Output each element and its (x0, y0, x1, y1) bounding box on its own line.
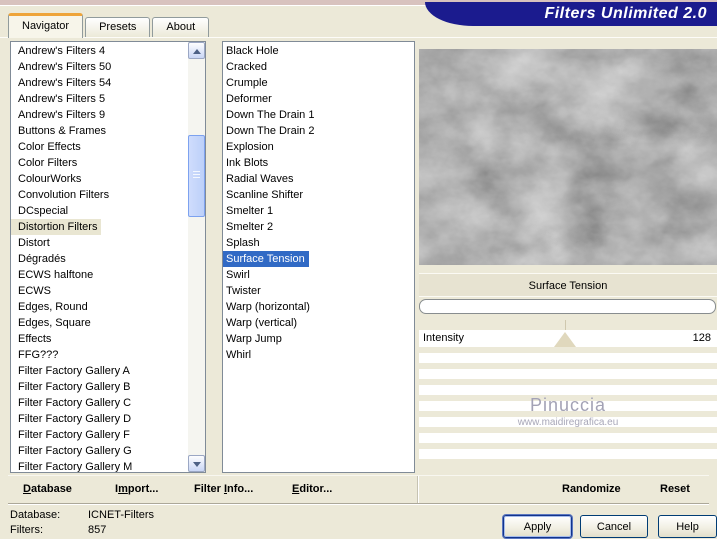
category-item[interactable]: Andrew's Filters 50 (11, 59, 188, 75)
help-button[interactable]: Help (658, 515, 717, 538)
category-item[interactable]: Filter Factory Gallery F (11, 427, 188, 443)
category-item[interactable]: DCspecial (11, 203, 188, 219)
filter-item[interactable]: Swirl (223, 267, 414, 283)
category-item[interactable]: Andrew's Filters 9 (11, 107, 188, 123)
tab-about[interactable]: About (152, 17, 210, 37)
filter-control-panel: Surface Tension Intensity 128 Pinuccia w… (419, 41, 717, 473)
tab-bar: Navigator Presets About (8, 13, 211, 38)
category-item[interactable]: ECWS (11, 283, 188, 299)
category-item[interactable]: Color Effects (11, 139, 188, 155)
arrow-down-icon (193, 462, 201, 467)
empty-parameter-row (419, 353, 717, 363)
toolbar-strip: Database Import... Filter Info... Editor...… (8, 475, 709, 504)
filter-item[interactable]: Smelter 2 (223, 219, 414, 235)
tab-navigator[interactable]: Navigator (8, 13, 84, 38)
watermark: Pinuccia www.maidiregrafica.eu (419, 395, 717, 428)
toolbar-button-randomize[interactable]: Randomize (562, 476, 621, 503)
progress-bar (419, 299, 716, 314)
category-item[interactable]: Filter Factory Gallery A (11, 363, 188, 379)
scrollbar-thumb[interactable] (188, 135, 205, 217)
category-item[interactable]: Distort (11, 235, 188, 251)
filter-item[interactable]: Ink Blots (223, 155, 414, 171)
filter-item[interactable]: Radial Waves (223, 171, 414, 187)
filter-item[interactable]: Warp (vertical) (223, 315, 414, 331)
filter-item[interactable]: Whirl (223, 347, 414, 363)
category-item[interactable]: Color Filters (11, 155, 188, 171)
category-item[interactable]: ECWS halftone (11, 267, 188, 283)
watermark-url: www.maidiregrafica.eu (517, 417, 619, 428)
category-item[interactable]: Effects (11, 331, 188, 347)
navigator-tab-page: Andrew's Filters 4 Andrew's Filters 50 And… (0, 37, 717, 506)
status-filters-label: Filters: (10, 524, 43, 536)
empty-parameter-row (419, 449, 717, 459)
toolbar-button-import[interactable]: Import... (115, 476, 158, 503)
scroll-down-button[interactable] (188, 455, 205, 472)
filter-item[interactable]: Cracked (223, 59, 414, 75)
selected-filter-title: Surface Tension (419, 273, 717, 297)
filter-item[interactable]: Down The Drain 1 (223, 107, 414, 123)
scroll-up-button[interactable] (188, 42, 205, 59)
category-item[interactable]: Filter Factory Gallery C (11, 395, 188, 411)
status-filters-value: 857 (88, 524, 107, 536)
empty-parameter-row (419, 433, 717, 443)
category-item[interactable]: FFG??? (11, 347, 188, 363)
arrow-up-icon (193, 49, 201, 54)
apply-button[interactable]: Apply (503, 515, 572, 538)
category-item-selected[interactable]: Distortion Filters (11, 219, 102, 235)
empty-parameter-row (419, 385, 717, 395)
category-item[interactable]: Buttons & Frames (11, 123, 188, 139)
tab-presets[interactable]: Presets (85, 17, 151, 37)
intensity-slider-thumb[interactable] (554, 332, 576, 347)
filter-item[interactable]: Twister (223, 283, 414, 299)
status-database: Database: ICNET-Filters (10, 509, 154, 522)
filter-list: Black Hole Cracked Crumple Deformer Down The… (223, 43, 414, 363)
intensity-value: 128 (692, 332, 711, 344)
filter-item[interactable]: Black Hole (223, 43, 414, 59)
category-item[interactable]: ColourWorks (11, 171, 188, 187)
filter-listbox[interactable]: Black Hole Cracked Crumple Deformer Down The… (222, 41, 415, 473)
category-item[interactable]: Andrew's Filters 5 (11, 91, 188, 107)
preview-image (419, 49, 717, 265)
category-item[interactable]: Convolution Filters (11, 187, 188, 203)
category-scrollbar[interactable] (188, 42, 205, 472)
filter-item[interactable]: Smelter 1 (223, 203, 414, 219)
category-item[interactable]: Andrew's Filters 4 (11, 43, 188, 59)
app-title: Filters Unlimited 2.0 (544, 5, 707, 22)
toolbar-button-reset[interactable]: Reset (660, 476, 690, 503)
filter-item-selected[interactable]: Surface Tension (223, 251, 309, 267)
empty-parameter-row (419, 369, 717, 379)
category-item[interactable]: Andrew's Filters 54 (11, 75, 188, 91)
filter-item[interactable]: Deformer (223, 91, 414, 107)
category-item[interactable]: Filter Factory Gallery M (11, 459, 188, 472)
filter-item[interactable]: Scanline Shifter (223, 187, 414, 203)
filter-item[interactable]: Crumple (223, 75, 414, 91)
category-item[interactable]: Dégradés (11, 251, 188, 267)
category-item[interactable]: Filter Factory Gallery B (11, 379, 188, 395)
category-item[interactable]: Edges, Round (11, 299, 188, 315)
status-database-value: ICNET-Filters (88, 509, 154, 521)
category-listbox[interactable]: Andrew's Filters 4 Andrew's Filters 50 And… (10, 41, 206, 473)
filter-item[interactable]: Splash (223, 235, 414, 251)
filter-item[interactable]: Down The Drain 2 (223, 123, 414, 139)
toolbar-divider (417, 476, 418, 503)
filter-item[interactable]: Explosion (223, 139, 414, 155)
toolbar-button-editor[interactable]: Editor... (292, 476, 332, 503)
category-item[interactable]: Edges, Square (11, 315, 188, 331)
category-list: Andrew's Filters 4 Andrew's Filters 50 And… (11, 43, 188, 472)
cancel-button[interactable]: Cancel (580, 515, 648, 538)
category-item[interactable]: Filter Factory Gallery G (11, 443, 188, 459)
filter-item[interactable]: Warp (horizontal) (223, 299, 414, 315)
toolbar-button-database[interactable]: Database (23, 476, 72, 503)
toolbar-button-filter-info[interactable]: Filter Info... (194, 476, 253, 503)
status-filters: Filters: 857 (10, 524, 106, 537)
watermark-name: Pinuccia (529, 395, 607, 415)
intensity-label: Intensity (423, 332, 464, 344)
category-item[interactable]: Filter Factory Gallery D (11, 411, 188, 427)
app-title-banner: Filters Unlimited 2.0 (425, 2, 717, 26)
status-database-label: Database: (10, 509, 61, 521)
filter-item[interactable]: Warp Jump (223, 331, 414, 347)
